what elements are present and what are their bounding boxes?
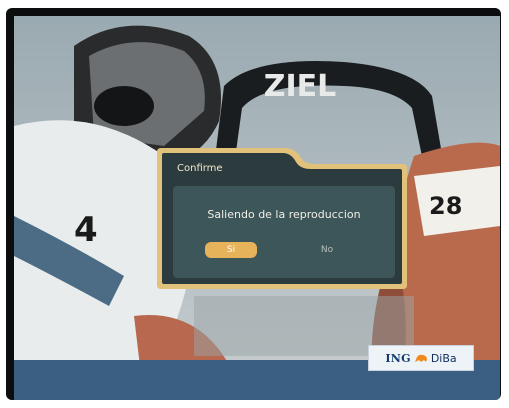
- bib-right: 28: [429, 192, 462, 220]
- channel-logo: ING DiBa: [368, 345, 474, 371]
- logo-text-diba: DiBa: [430, 351, 457, 365]
- dialog-title: Confirme: [177, 163, 223, 174]
- logo-text-ing: ING: [385, 351, 411, 365]
- dialog-message: Saliendo de la reproduccion: [207, 208, 361, 221]
- lion-icon: [414, 354, 427, 362]
- confirm-dialog: Confirme Saliendo de la reproduccion Si …: [155, 146, 409, 291]
- arch-banner-text: ZIEL: [264, 69, 337, 104]
- bib-left: 4: [74, 210, 98, 250]
- yes-button[interactable]: Si: [205, 242, 257, 258]
- dialog-message-panel: Saliendo de la reproduccion: [173, 186, 395, 278]
- no-button[interactable]: No: [301, 242, 353, 258]
